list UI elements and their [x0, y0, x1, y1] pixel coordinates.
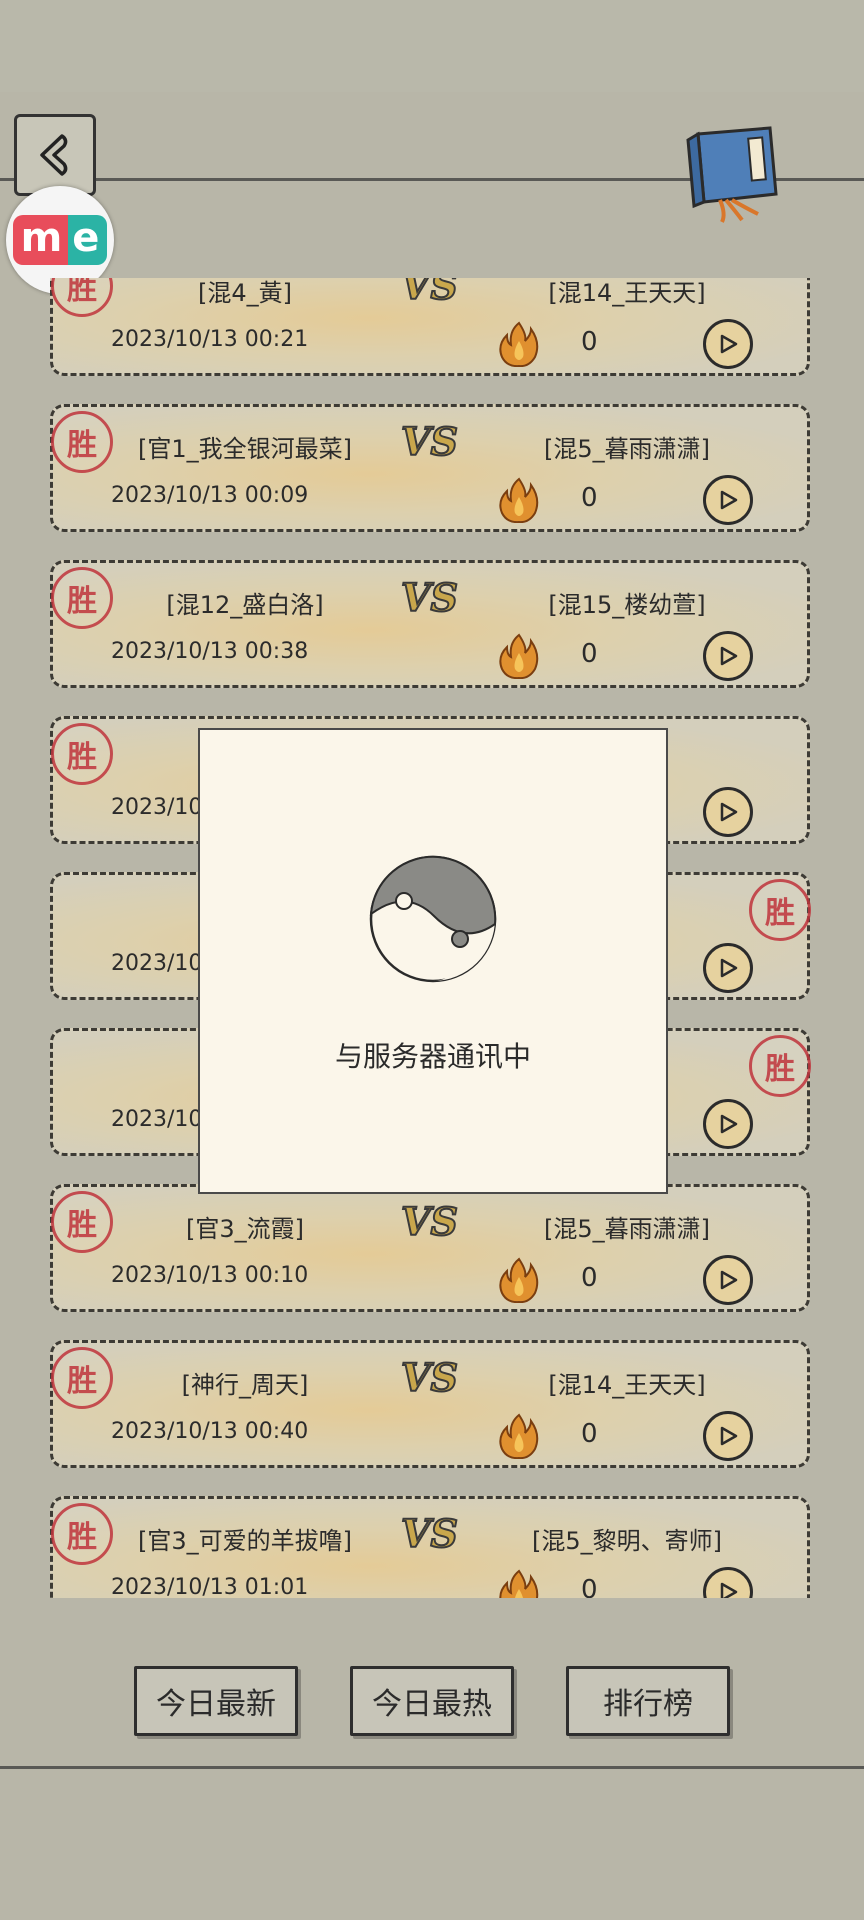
vs-label: VS — [400, 1354, 459, 1401]
fire-icon — [499, 633, 539, 679]
heat-count: 0 — [581, 1419, 598, 1449]
chevron-left-icon — [40, 134, 68, 176]
play-replay-button[interactable] — [703, 475, 753, 525]
match-date: 2023/10/13 00:40 — [111, 1419, 309, 1444]
heat-count: 0 — [581, 483, 598, 513]
left-player-name: [官1_我全银河最菜] — [138, 435, 352, 463]
match-date: 2023/10/13 01:01 — [111, 1575, 309, 1598]
match-card[interactable]: 胜 [神行_周天] VS [混14_王天天] 2023/10/13 00:40 … — [50, 1340, 810, 1468]
play-icon — [720, 646, 738, 666]
match-date: 2023/10/13 00:10 — [111, 1263, 309, 1288]
play-icon — [720, 802, 738, 822]
fire-icon — [499, 477, 539, 523]
match-date: 2023/10/13 00:21 — [111, 327, 309, 352]
loading-dialog: 与服务器通讯中 — [198, 728, 668, 1194]
match-date: 2023/10/13 00:38 — [111, 639, 309, 664]
play-icon — [720, 490, 738, 510]
bottom-divider — [0, 1766, 864, 1769]
win-seal: 胜 — [51, 1347, 113, 1409]
right-player-name: [混5_暮雨潇潇] — [544, 435, 710, 463]
vs-label: VS — [400, 278, 459, 309]
vs-label: VS — [400, 1198, 459, 1245]
fire-icon — [499, 1257, 539, 1303]
tab-leaderboard[interactable]: 排行榜 — [566, 1666, 730, 1736]
play-icon — [720, 334, 738, 354]
left-player-name: [混12_盛白洛] — [166, 591, 324, 619]
play-icon — [720, 1582, 738, 1598]
loading-message: 与服务器通讯中 — [334, 1040, 531, 1073]
me-badge-m: m — [12, 215, 69, 265]
match-card[interactable]: 胜 [混12_盛白洛] VS [混15_楼幼萱] 2023/10/13 00:3… — [50, 560, 810, 688]
back-button[interactable] — [14, 114, 96, 196]
play-icon — [720, 1114, 738, 1134]
win-seal: 胜 — [749, 879, 811, 941]
tab-today-hottest[interactable]: 今日最热 — [350, 1666, 514, 1736]
right-player-name: [混15_楼幼萱] — [548, 591, 706, 619]
fire-icon — [499, 321, 539, 367]
match-card[interactable]: 胜 [官1_我全银河最菜] VS [混5_暮雨潇潇] 2023/10/13 00… — [50, 404, 810, 532]
win-seal: 胜 — [51, 723, 113, 785]
win-seal: 胜 — [51, 411, 113, 473]
left-player-name: [混4_黃] — [198, 279, 292, 307]
play-replay-button[interactable] — [703, 1411, 753, 1461]
match-date: 2023/10/13 00:09 — [111, 483, 309, 508]
win-seal: 胜 — [51, 278, 113, 317]
play-replay-button[interactable] — [703, 319, 753, 369]
play-replay-button[interactable] — [703, 943, 753, 993]
left-player-name: [官3_可爱的羊拔噜] — [138, 1527, 352, 1555]
right-player-name: [混14_王天天] — [548, 279, 706, 307]
heat-count: 0 — [581, 639, 598, 669]
match-card[interactable]: 胜 [官3_可爱的羊拔噜] VS [混5_黎明、寄师] 2023/10/13 0… — [50, 1496, 810, 1598]
play-replay-button[interactable] — [703, 1099, 753, 1149]
right-player-name: [混5_暮雨潇潇] — [544, 1215, 710, 1243]
bottom-tab-bar: 今日最新 今日最热 排行榜 — [0, 1598, 864, 1920]
win-seal: 胜 — [749, 1035, 811, 1097]
me-badge-e: e — [68, 215, 108, 265]
vs-label: VS — [400, 1510, 459, 1557]
play-icon — [720, 1426, 738, 1446]
heat-count: 0 — [581, 1575, 598, 1598]
play-replay-button[interactable] — [703, 787, 753, 837]
play-replay-button[interactable] — [703, 1255, 753, 1305]
fire-icon — [499, 1569, 539, 1598]
play-replay-button[interactable] — [703, 1567, 753, 1598]
right-player-name: [混5_黎明、寄师] — [532, 1527, 722, 1555]
match-date: 2023/10 — [111, 1107, 203, 1132]
heat-count: 0 — [581, 1263, 598, 1293]
match-date: 2023/10 — [111, 951, 203, 976]
tab-today-latest[interactable]: 今日最新 — [134, 1666, 298, 1736]
win-seal: 胜 — [51, 1191, 113, 1253]
scroll-book-icon[interactable] — [680, 124, 790, 224]
status-bar-area — [0, 0, 864, 92]
right-player-name: [混14_王天天] — [548, 1371, 706, 1399]
win-seal: 胜 — [51, 567, 113, 629]
match-card[interactable]: 胜 [官3_流霞] VS [混5_暮雨潇潇] 2023/10/13 00:10 … — [50, 1184, 810, 1312]
match-card[interactable]: 胜 [混4_黃] VS [混14_王天天] 2023/10/13 00:21 0 — [50, 278, 810, 376]
play-icon — [720, 958, 738, 978]
win-seal: 胜 — [51, 1503, 113, 1565]
vs-label: VS — [400, 418, 459, 465]
play-replay-button[interactable] — [703, 631, 753, 681]
left-player-name: [神行_周天] — [181, 1371, 309, 1399]
play-icon — [720, 1270, 738, 1290]
heat-count: 0 — [581, 327, 598, 357]
match-date: 2023/10 — [111, 795, 203, 820]
yin-yang-icon — [369, 855, 497, 983]
fire-icon — [499, 1413, 539, 1459]
vs-label: VS — [400, 574, 459, 621]
left-player-name: [官3_流霞] — [186, 1215, 304, 1243]
